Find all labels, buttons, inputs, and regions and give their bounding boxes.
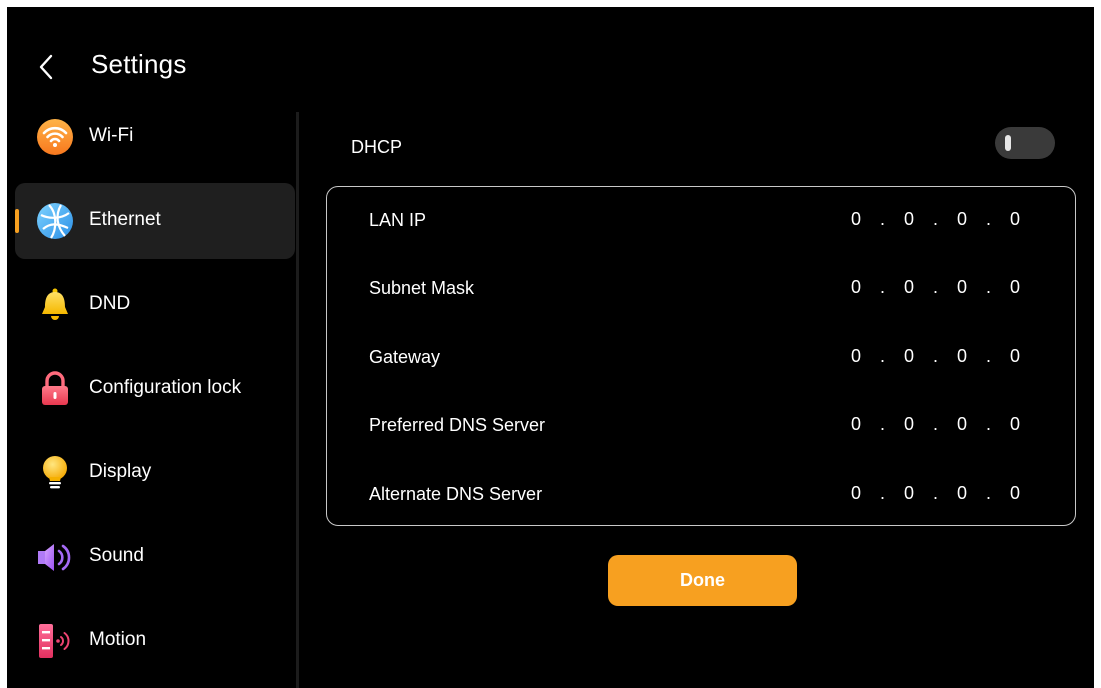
sidebar-item-label: Display: [89, 461, 152, 482]
bell-icon: [35, 285, 75, 325]
settings-screen: Settings Wi-Fi Ethernet DND Configuratio…: [7, 7, 1094, 688]
sidebar-item-display[interactable]: Display: [15, 435, 295, 511]
gateway-label: Gateway: [369, 347, 441, 367]
sidebar: Wi-Fi Ethernet DND Configuration lock Di…: [7, 99, 297, 688]
preferred-dns-label: Preferred DNS Server: [369, 415, 546, 435]
preferred-dns-value[interactable]: 0 . 0 . 0 . 0: [851, 414, 1027, 435]
preferred-dns-row[interactable]: Preferred DNS Server 0 . 0 . 0 . 0: [327, 397, 1075, 459]
sidebar-item-label: Wi-Fi: [89, 125, 134, 146]
sidebar-item-motion[interactable]: Motion: [15, 603, 295, 679]
toggle-knob: [1005, 135, 1011, 151]
lan-ip-label: LAN IP: [369, 210, 427, 230]
sidebar-item-label: Configuration lock: [89, 377, 242, 398]
lan-ip-row[interactable]: LAN IP 0 . 0 . 0 . 0: [327, 192, 1075, 254]
chevron-left-icon: [39, 54, 53, 80]
sidebar-item-wifi[interactable]: Wi-Fi: [15, 99, 295, 175]
subnet-mask-label: Subnet Mask: [369, 278, 475, 298]
alternate-dns-row[interactable]: Alternate DNS Server 0 . 0 . 0 . 0: [327, 466, 1075, 528]
ethernet-settings-panel: DHCP LAN IP 0 . 0 . 0 . 0 Subnet Mask 0 …: [307, 99, 1094, 688]
done-button[interactable]: Done: [608, 555, 797, 606]
sidebar-divider: [296, 112, 299, 688]
ip-config-panel: LAN IP 0 . 0 . 0 . 0 Subnet Mask 0 . 0 .…: [326, 186, 1076, 526]
subnet-mask-value[interactable]: 0 . 0 . 0 . 0: [851, 277, 1027, 298]
header: Settings: [7, 7, 1094, 107]
gateway-value[interactable]: 0 . 0 . 0 . 0: [851, 346, 1027, 367]
sidebar-item-label: Sound: [89, 545, 144, 566]
subnet-mask-row[interactable]: Subnet Mask 0 . 0 . 0 . 0: [327, 260, 1075, 322]
alternate-dns-value[interactable]: 0 . 0 . 0 . 0: [851, 483, 1027, 504]
gateway-row[interactable]: Gateway 0 . 0 . 0 . 0: [327, 329, 1075, 391]
sidebar-item-sound[interactable]: Sound: [15, 519, 295, 595]
page-title: Settings: [91, 49, 187, 79]
active-indicator: [15, 209, 19, 233]
alternate-dns-label: Alternate DNS Server: [369, 484, 543, 504]
speaker-icon: [35, 537, 75, 577]
sidebar-item-dnd[interactable]: DND: [15, 267, 295, 343]
sidebar-item-configuration-lock[interactable]: Configuration lock: [15, 351, 295, 427]
back-button[interactable]: [29, 47, 65, 87]
ethernet-globe-icon: [35, 201, 75, 241]
lan-ip-value[interactable]: 0 . 0 . 0 . 0: [851, 209, 1027, 230]
sidebar-item-label: Ethernet: [89, 209, 161, 230]
sidebar-item-ethernet[interactable]: Ethernet: [15, 183, 295, 259]
wifi-icon: [35, 117, 75, 157]
sidebar-item-label: Motion: [89, 629, 147, 650]
sidebar-item-label: DND: [89, 293, 131, 314]
lightbulb-icon: [35, 453, 75, 493]
dhcp-label: DHCP: [351, 137, 403, 157]
dhcp-toggle[interactable]: [995, 127, 1055, 159]
motion-sensor-icon: [35, 621, 75, 661]
lock-icon: [35, 369, 75, 409]
